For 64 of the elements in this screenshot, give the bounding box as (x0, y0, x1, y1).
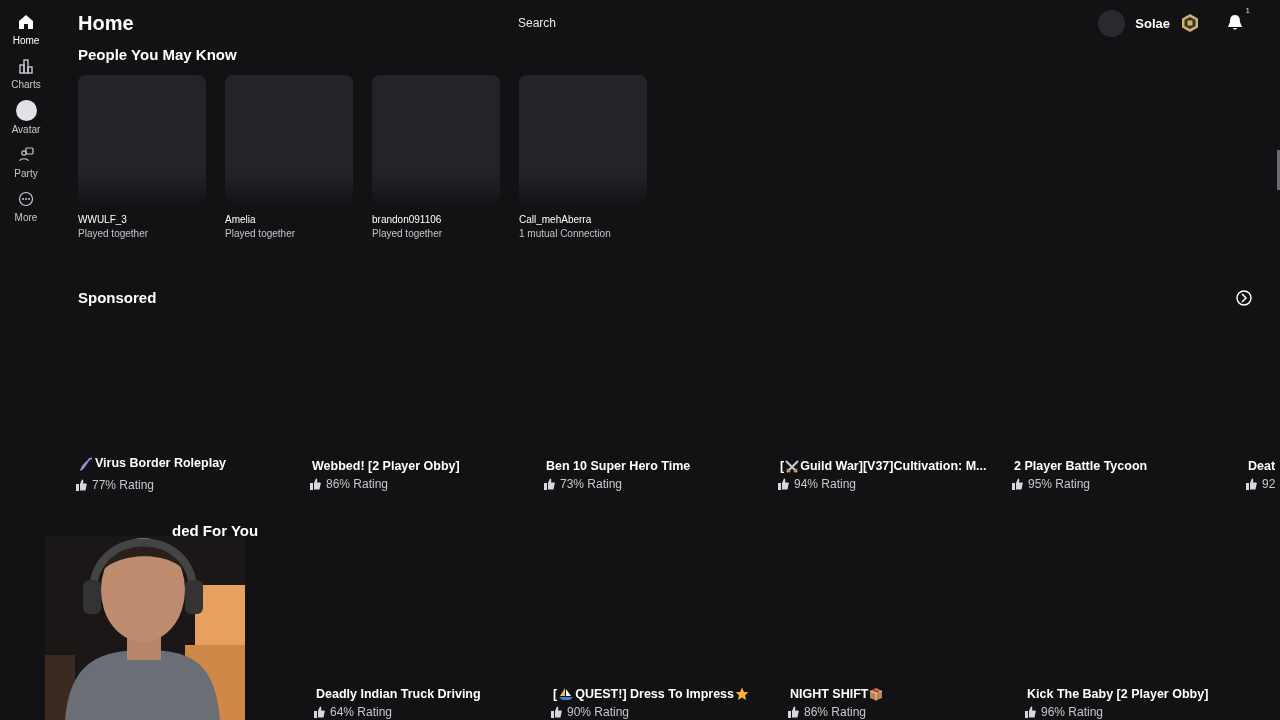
more-icon (18, 191, 34, 207)
sidebar-item[interactable]: Home (1, 14, 51, 46)
page-title: Home (78, 11, 135, 35)
bar-chart-icon (18, 58, 34, 74)
section-title: People You May Know (78, 46, 238, 63)
search-field[interactable]: Search (518, 16, 557, 30)
thumbs-up-icon (310, 478, 321, 490)
friend-name[interactable]: Call_mehAberra (519, 214, 647, 225)
game-rating: 94% Rating (794, 477, 857, 491)
people-icon (18, 147, 34, 163)
game-rating: 64% Rating (330, 704, 393, 719)
star-icon (735, 687, 749, 701)
game-title[interactable]: Deadly Indian Truck Driving (316, 686, 481, 702)
game-rating: 73% Rating (560, 477, 623, 491)
game-rating: 96% Rating (1041, 704, 1104, 719)
thumbs-up-icon (1012, 478, 1023, 490)
friend-note: Played together (225, 228, 297, 239)
scrollbar[interactable] (1277, 150, 1280, 190)
game-rating: 90% Rating (567, 704, 630, 719)
friend-name[interactable]: Amelia (225, 214, 353, 225)
friend-note: Played together (78, 228, 150, 239)
package-icon (869, 687, 884, 701)
friend-note: 1 mutual Connection (519, 228, 612, 239)
home-icon (18, 14, 34, 30)
user-name[interactable]: Solae (1135, 15, 1170, 31)
thumbs-up-icon (1025, 705, 1036, 718)
sidebar-item[interactable]: Avatar (1, 102, 51, 135)
game-title[interactable]: Kick The Baby [2 Player Obby] (1027, 686, 1209, 702)
friend-note: Played together (372, 228, 444, 239)
avatar-icon (15, 100, 37, 121)
game-rating: 95% Rating (1028, 477, 1091, 491)
friend-name[interactable]: WWULF_3 (78, 214, 206, 225)
sidebar-item[interactable]: More (1, 191, 51, 223)
game-title[interactable]: Deat (1248, 459, 1276, 474)
sailboat-icon (558, 687, 575, 701)
game-rating: 86% Rating (804, 704, 867, 719)
thumbs-up-icon (544, 478, 555, 490)
crossed-swords-icon (785, 459, 800, 474)
arrow-button-icon[interactable] (1236, 289, 1252, 306)
section-title: Sponsored (78, 289, 157, 306)
game-title[interactable]: Virus Border Roleplay (78, 456, 227, 471)
currency-icon[interactable] (1180, 13, 1200, 33)
thumbs-up-icon (551, 705, 562, 718)
user-avatar[interactable] (1098, 9, 1126, 37)
game-title[interactable]: [ QUEST!] Dress To Impress (553, 686, 749, 702)
thumbs-up-icon (1246, 478, 1257, 490)
section-title: ded For You (171, 521, 260, 539)
game-title[interactable]: [ Guild War][V37]Cultivation: M... (780, 459, 987, 474)
sidebar-item[interactable]: Charts (1, 58, 51, 90)
thumbs-up-icon (778, 478, 789, 490)
thumbs-up-icon (788, 705, 799, 718)
thumbs-up-icon (314, 705, 325, 718)
game-title[interactable]: NIGHT SHIFT (790, 686, 884, 702)
sidebar-item[interactable]: Party (1, 147, 51, 179)
notification-count: 1 (1245, 6, 1250, 15)
game-title[interactable]: Webbed! [2 Player Obby] (312, 459, 460, 474)
game-title[interactable]: 2 Player Battle Tycoon (1014, 459, 1148, 474)
friend-name[interactable]: brandon091106 (372, 214, 500, 225)
game-title[interactable]: Ben 10 Super Hero Time (546, 459, 691, 474)
thumbs-up-icon (76, 478, 87, 491)
notification-bell-icon[interactable] (1226, 14, 1244, 32)
game-rating: 86% Rating (326, 477, 389, 491)
game-rating: 77% Rating (92, 477, 155, 492)
game-rating: 92 (1262, 477, 1276, 491)
